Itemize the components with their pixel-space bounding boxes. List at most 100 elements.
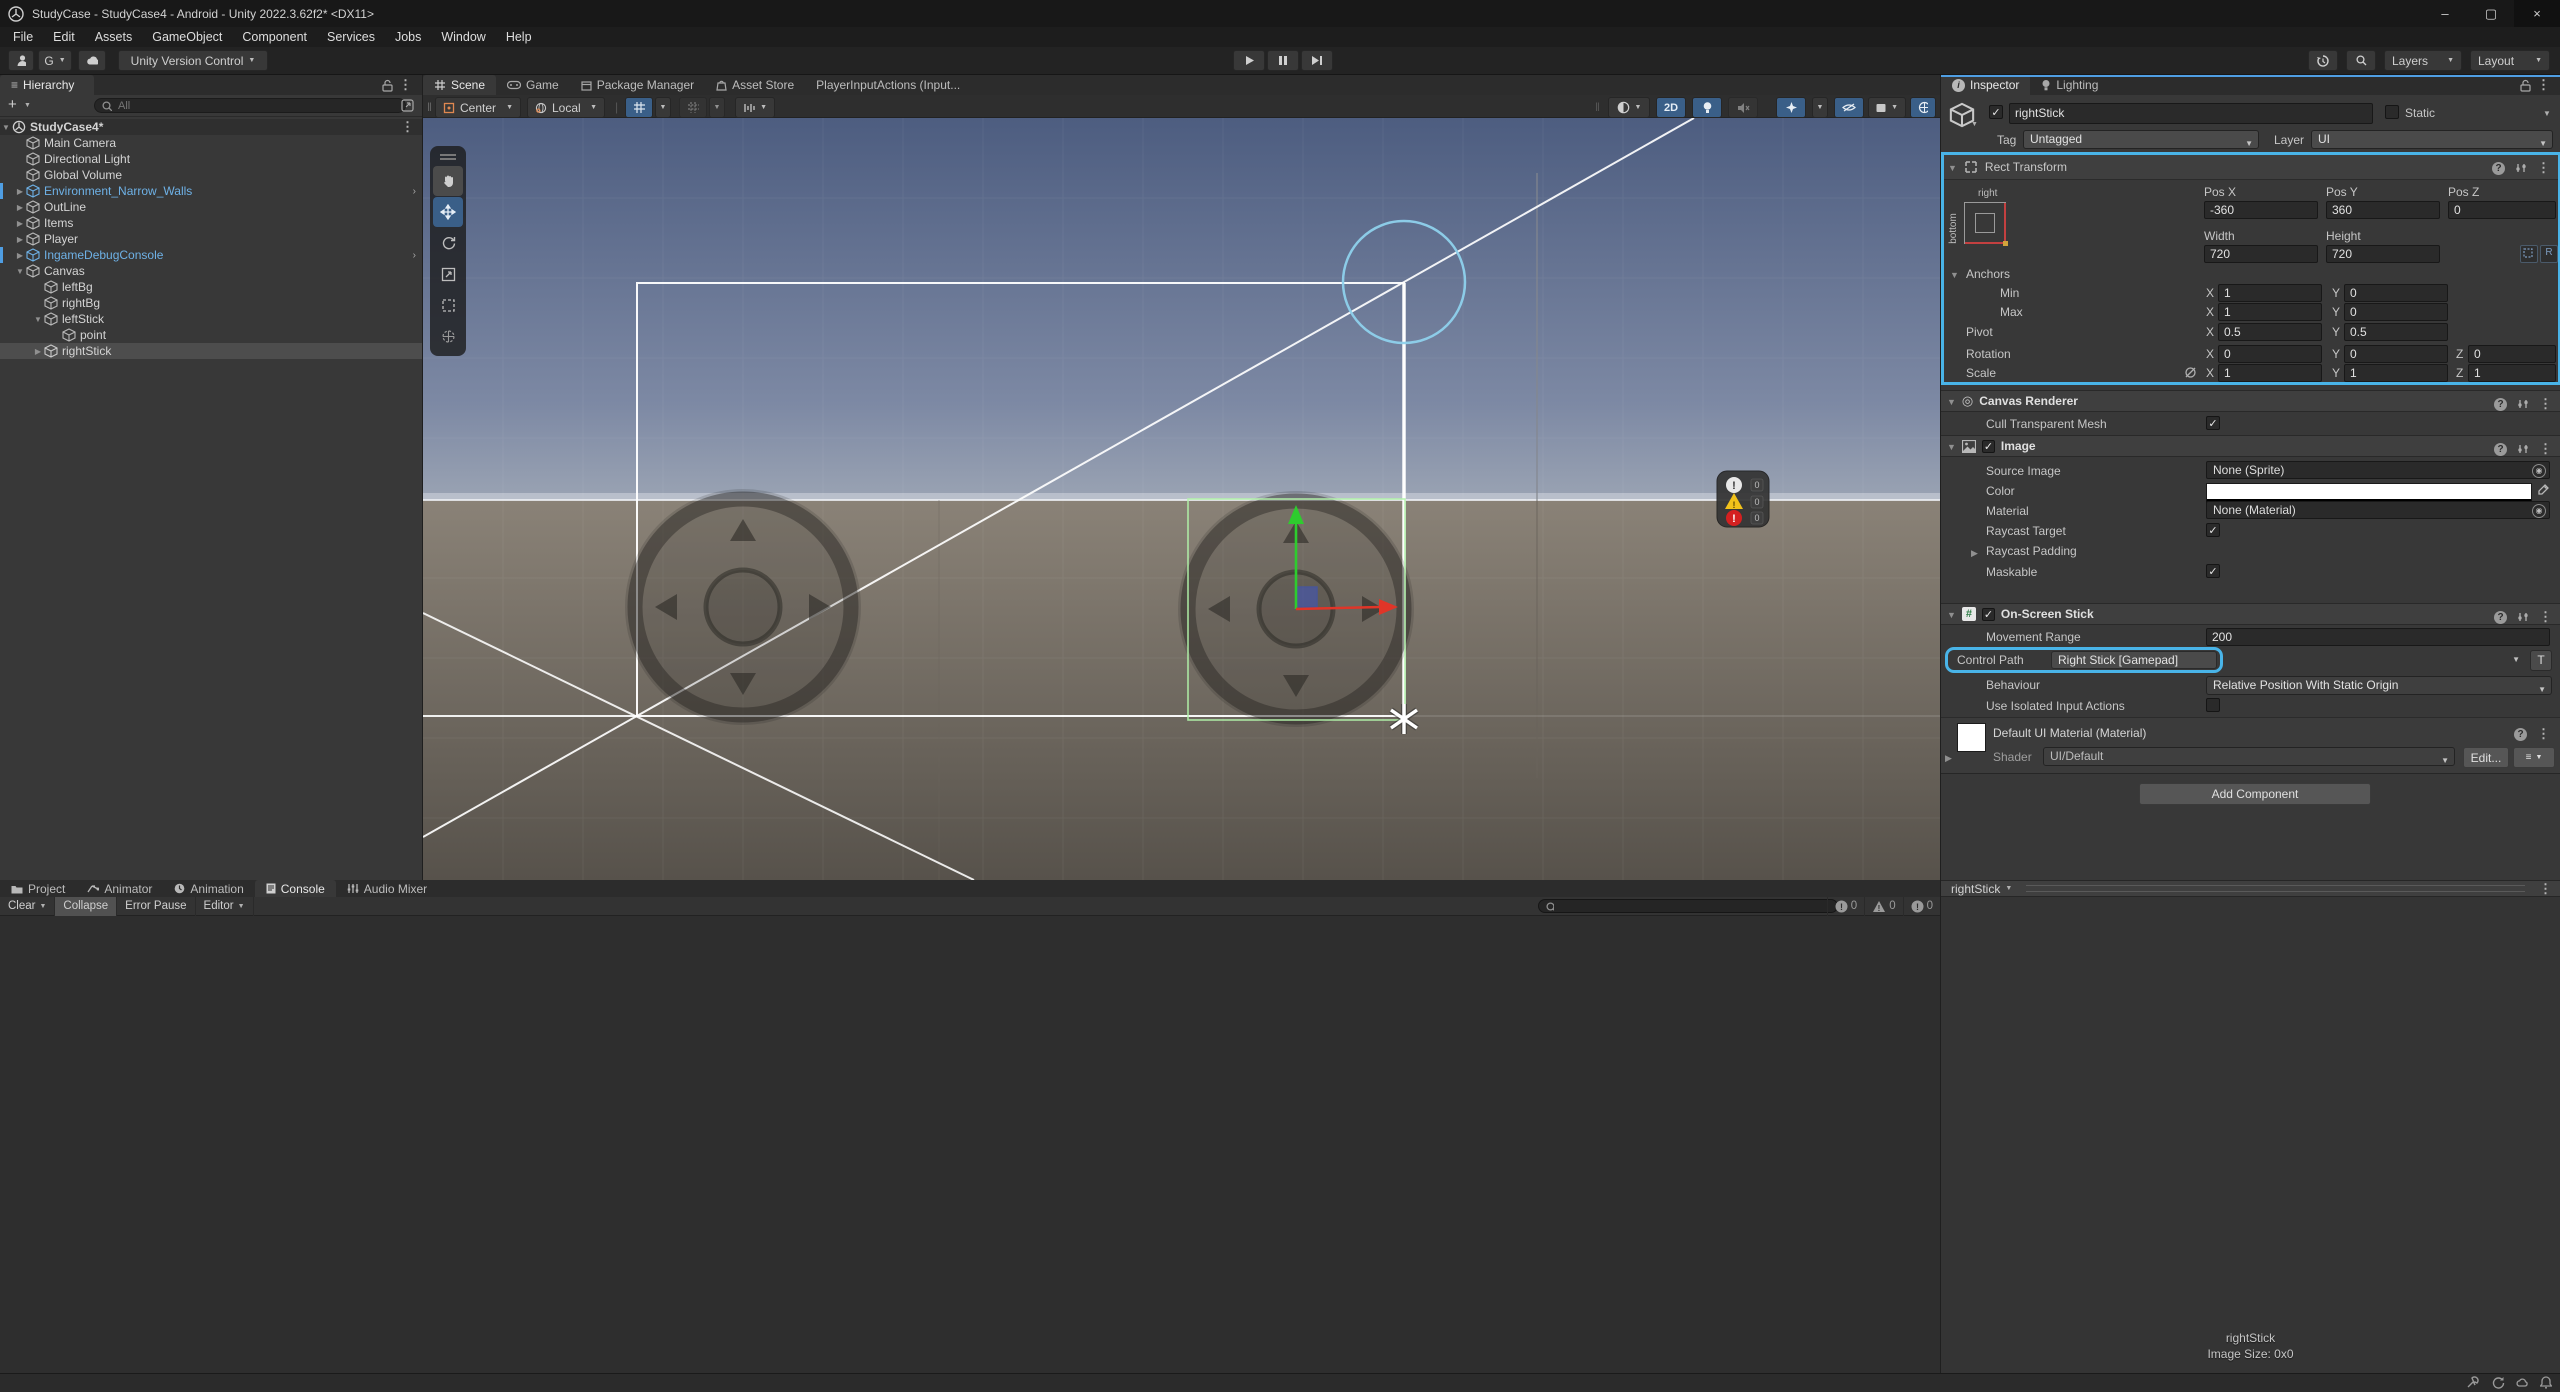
layer-dropdown[interactable]: UI (2311, 130, 2553, 149)
create-button[interactable]: + (8, 96, 17, 113)
raycast-target-checkbox[interactable] (2206, 523, 2220, 537)
effects-dropdown[interactable] (1812, 97, 1828, 118)
preview-menu-icon[interactable] (2539, 881, 2552, 897)
tab-asset-store[interactable]: Asset Store (705, 75, 805, 95)
tab-project[interactable]: Project (0, 880, 76, 897)
help-icon[interactable] (2514, 728, 2527, 741)
console-search-input[interactable] (1558, 899, 1831, 913)
active-checkbox[interactable] (1989, 105, 2003, 119)
component-menu-icon[interactable] (2539, 441, 2552, 457)
isolated-input-checkbox[interactable] (2206, 698, 2220, 712)
pivot-y-field[interactable]: 0.5 (2344, 323, 2448, 341)
hierarchy-item[interactable]: Main Camera (0, 135, 422, 151)
anchor-preset-button[interactable] (1964, 202, 2006, 244)
pivot-x-field[interactable]: 0.5 (2218, 323, 2322, 341)
anchors-max-x-field[interactable]: 1 (2218, 303, 2322, 321)
help-icon[interactable] (2494, 611, 2507, 624)
preview-header[interactable]: rightStick ▼ (1941, 880, 2560, 897)
console-collapse-button[interactable]: Collapse (55, 897, 117, 916)
pos-y-field[interactable]: 360 (2326, 201, 2440, 219)
error-count-badge[interactable]: ! 0 (1903, 897, 1940, 916)
anchors-min-y-field[interactable]: 0 (2344, 284, 2448, 302)
console-log-area[interactable] (0, 916, 1940, 1373)
anchors-max-y-field[interactable]: 0 (2344, 303, 2448, 321)
static-dropdown-icon[interactable]: ▼ (2543, 109, 2551, 118)
foldout-icon[interactable]: ▶ (32, 347, 44, 356)
anchors-min-x-field[interactable]: 1 (2218, 284, 2322, 302)
minimize-button[interactable]: – (2422, 0, 2468, 27)
grid-snap-dropdown[interactable] (655, 97, 671, 118)
foldout-icon[interactable]: ▼ (14, 267, 26, 276)
hierarchy-item[interactable]: rightBg (0, 295, 422, 311)
effects-toggle[interactable] (1776, 97, 1806, 118)
rotation-x-field[interactable]: 0 (2218, 345, 2322, 363)
scene-menu-icon[interactable] (401, 119, 414, 135)
rotate-tool-button[interactable] (433, 228, 463, 258)
menu-window[interactable]: Window (432, 28, 494, 46)
source-image-field[interactable]: None (Sprite)◉ (2206, 461, 2550, 479)
layout-dropdown[interactable]: Layout (2470, 50, 2550, 71)
prefab-chevron-icon[interactable]: › (413, 250, 416, 261)
hierarchy-menu-icon[interactable] (399, 77, 412, 93)
hierarchy-item[interactable]: ▶IngameDebugConsole› (0, 247, 422, 263)
lock-icon[interactable] (2519, 79, 2532, 92)
pause-button[interactable] (1267, 50, 1299, 71)
color-swatch[interactable] (2206, 483, 2532, 503)
image-header[interactable]: Image (1941, 435, 2560, 457)
play-button[interactable] (1233, 50, 1265, 71)
grid-snap-toggle[interactable] (625, 97, 653, 118)
material-menu-icon[interactable] (2537, 726, 2550, 742)
version-control-dropdown[interactable]: Unity Version Control (118, 50, 268, 71)
warning-count-badge[interactable]: ! 0 (1864, 897, 1902, 916)
movement-range-field[interactable]: 200 (2206, 628, 2550, 646)
debug-console-overlay[interactable]: ! ! ! 0 0 0 (1717, 471, 1769, 527)
shader-list-button[interactable]: ≡▼ (2513, 747, 2555, 768)
hierarchy-item[interactable]: ▼Canvas (0, 263, 422, 279)
rect-tool-button[interactable] (433, 290, 463, 320)
build-status-icon[interactable] (2466, 1376, 2480, 1389)
pos-z-field[interactable]: 0 (2448, 201, 2556, 219)
preview-dropdown-icon[interactable]: ▼ (2005, 885, 2012, 892)
preview-drag-handle[interactable] (2026, 885, 2525, 892)
tag-dropdown[interactable]: Untagged (2023, 130, 2259, 149)
anchors-foldout-icon[interactable] (1950, 267, 1959, 281)
menu-gameobject[interactable]: GameObject (143, 28, 231, 46)
foldout-icon[interactable] (1971, 545, 1978, 559)
cloud-button[interactable] (78, 50, 106, 71)
pos-x-field[interactable]: -360 (2204, 201, 2318, 219)
layers-dropdown[interactable]: Layers (2384, 50, 2462, 71)
menu-assets[interactable]: Assets (86, 28, 142, 46)
tool-orientation-dropdown[interactable]: Local (527, 97, 605, 118)
presets-icon[interactable] (2515, 162, 2527, 174)
shader-edit-button[interactable]: Edit... (2463, 747, 2509, 768)
component-menu-icon[interactable] (2537, 160, 2550, 176)
tool-pivot-dropdown[interactable]: Center (435, 97, 521, 118)
increment-snap-toggle[interactable] (679, 97, 707, 118)
foldout-icon[interactable]: ▼ (32, 315, 44, 324)
scene-audio-toggle[interactable] (1728, 97, 1758, 118)
help-icon[interactable] (2492, 162, 2505, 175)
presets-icon[interactable] (2517, 443, 2529, 455)
console-search[interactable] (1538, 899, 1838, 913)
component-menu-icon[interactable] (2539, 609, 2552, 625)
static-checkbox[interactable] (2385, 105, 2399, 119)
hierarchy-item[interactable]: ▼leftStick (0, 311, 422, 327)
maximize-button[interactable]: ▢ (2468, 0, 2514, 27)
scene-lighting-toggle[interactable] (1692, 97, 1722, 118)
info-count-badge[interactable]: ! 0 (1827, 897, 1864, 916)
name-field[interactable]: rightStick (2009, 103, 2373, 124)
cull-transparent-mesh-checkbox[interactable] (2206, 416, 2220, 430)
hand-tool-button[interactable] (433, 166, 463, 196)
search-button[interactable] (2346, 50, 2376, 71)
foldout-icon[interactable] (1947, 394, 1956, 408)
shader-dropdown[interactable]: UI/Default (2043, 747, 2455, 766)
transform-tool-button[interactable] (433, 321, 463, 351)
step-button[interactable] (1301, 50, 1333, 71)
width-field[interactable]: 720 (2204, 245, 2318, 263)
scale-y-field[interactable]: 1 (2344, 364, 2448, 382)
undo-history-button[interactable] (2308, 50, 2338, 71)
raw-edit-mode-button[interactable]: R (2540, 245, 2558, 263)
control-path-value-box[interactable]: Right Stick [Gamepad] (2051, 651, 2217, 669)
lock-icon[interactable] (381, 79, 394, 92)
on-screen-stick-header[interactable]: # On-Screen Stick (1941, 603, 2560, 625)
